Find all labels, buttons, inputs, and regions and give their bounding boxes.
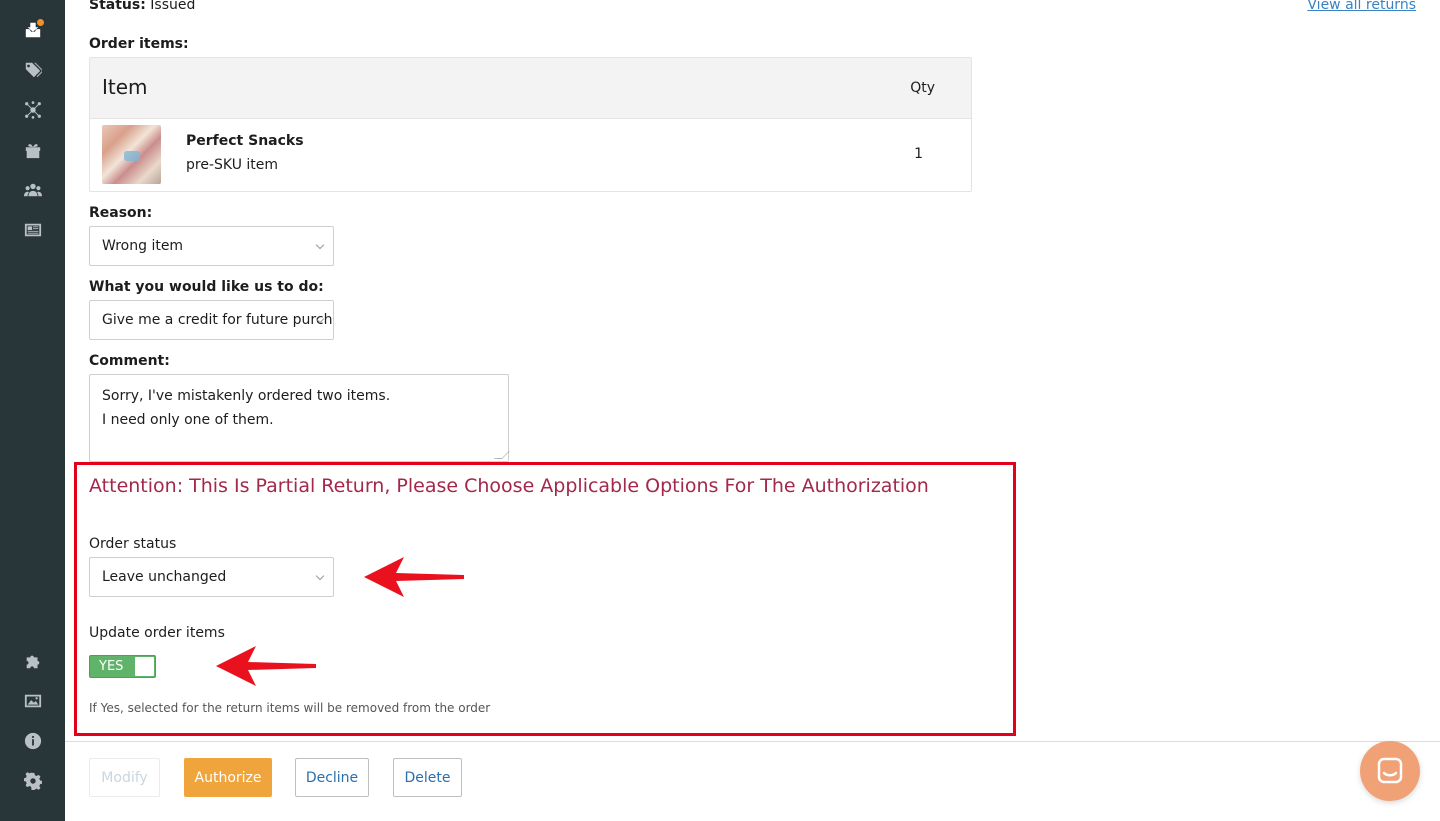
image-icon[interactable]	[22, 690, 44, 712]
update-items-hint: If Yes, selected for the return items wi…	[89, 701, 491, 715]
comment-label: Comment:	[89, 353, 170, 369]
comment-textarea[interactable]: Sorry, I've mistakenly ordered two items…	[89, 374, 510, 462]
main-content: Status: Issued View all returns Order it…	[65, 0, 1440, 821]
chevron-down-icon	[315, 240, 325, 250]
reason-label: Reason:	[89, 205, 153, 221]
gear-icon[interactable]	[22, 770, 44, 792]
action-label: What you would like us to do:	[89, 279, 324, 295]
resize-handle[interactable]	[494, 451, 510, 459]
footer-divider	[65, 741, 1440, 742]
red-arrow-icon	[216, 646, 316, 686]
network-icon[interactable]	[22, 99, 44, 121]
column-header-qty: Qty	[910, 80, 935, 96]
info-icon[interactable]	[22, 730, 44, 752]
order-status-value: Leave unchanged	[102, 569, 227, 585]
product-sku: pre-SKU item	[186, 157, 279, 173]
decline-button[interactable]: Decline	[295, 758, 369, 797]
order-status-label: Order status	[89, 536, 177, 552]
order-items-label: Order items:	[89, 36, 189, 52]
authorize-button[interactable]: Authorize	[184, 758, 272, 797]
table-row: Perfect Snacks pre-SKU item 1	[90, 119, 971, 191]
notification-dot	[37, 19, 44, 26]
puzzle-icon[interactable]	[22, 650, 44, 672]
tag-icon[interactable]	[22, 59, 44, 81]
comment-line-2: I need only one of them.	[102, 412, 274, 428]
chat-icon	[1377, 757, 1403, 784]
sidebar	[0, 0, 65, 821]
order-items-table: Item Qty Perfect Snacks pre-SKU item 1	[89, 57, 972, 192]
toggle-label: YES	[99, 659, 124, 674]
comment-line-1: Sorry, I've mistakenly ordered two items…	[102, 388, 391, 404]
gift-icon[interactable]	[22, 139, 44, 161]
product-qty: 1	[914, 146, 923, 162]
modify-button[interactable]: Modify	[89, 758, 160, 797]
action-select[interactable]: Give me a credit for future purchase	[89, 300, 334, 340]
status-label: Status:	[89, 0, 146, 13]
product-thumbnail	[102, 125, 161, 184]
chevron-down-icon	[315, 571, 325, 581]
news-icon[interactable]	[22, 219, 44, 241]
status-value: Issued	[150, 0, 196, 13]
delete-button[interactable]: Delete	[393, 758, 462, 797]
toggle-knob	[135, 657, 154, 676]
action-value: Give me a credit for future purchase	[102, 312, 334, 328]
order-status-select[interactable]: Leave unchanged	[89, 557, 334, 597]
red-arrow-icon	[364, 557, 464, 597]
update-items-toggle[interactable]: YES	[89, 655, 156, 678]
attention-highlight-box	[74, 462, 1016, 736]
users-icon[interactable]	[22, 179, 44, 201]
return-status: Status: Issued	[89, 0, 195, 13]
update-items-label: Update order items	[89, 625, 225, 641]
product-name: Perfect Snacks	[186, 133, 304, 149]
table-header: Item Qty	[90, 58, 971, 119]
view-all-returns-link[interactable]: View all returns	[1307, 0, 1416, 13]
reason-select[interactable]: Wrong item	[89, 226, 334, 266]
attention-title: Attention: This Is Partial Return, Pleas…	[89, 475, 929, 497]
reason-value: Wrong item	[102, 238, 184, 254]
chat-launcher-button[interactable]	[1360, 741, 1420, 801]
returns-icon[interactable]	[22, 19, 44, 41]
column-header-item: Item	[102, 75, 148, 99]
